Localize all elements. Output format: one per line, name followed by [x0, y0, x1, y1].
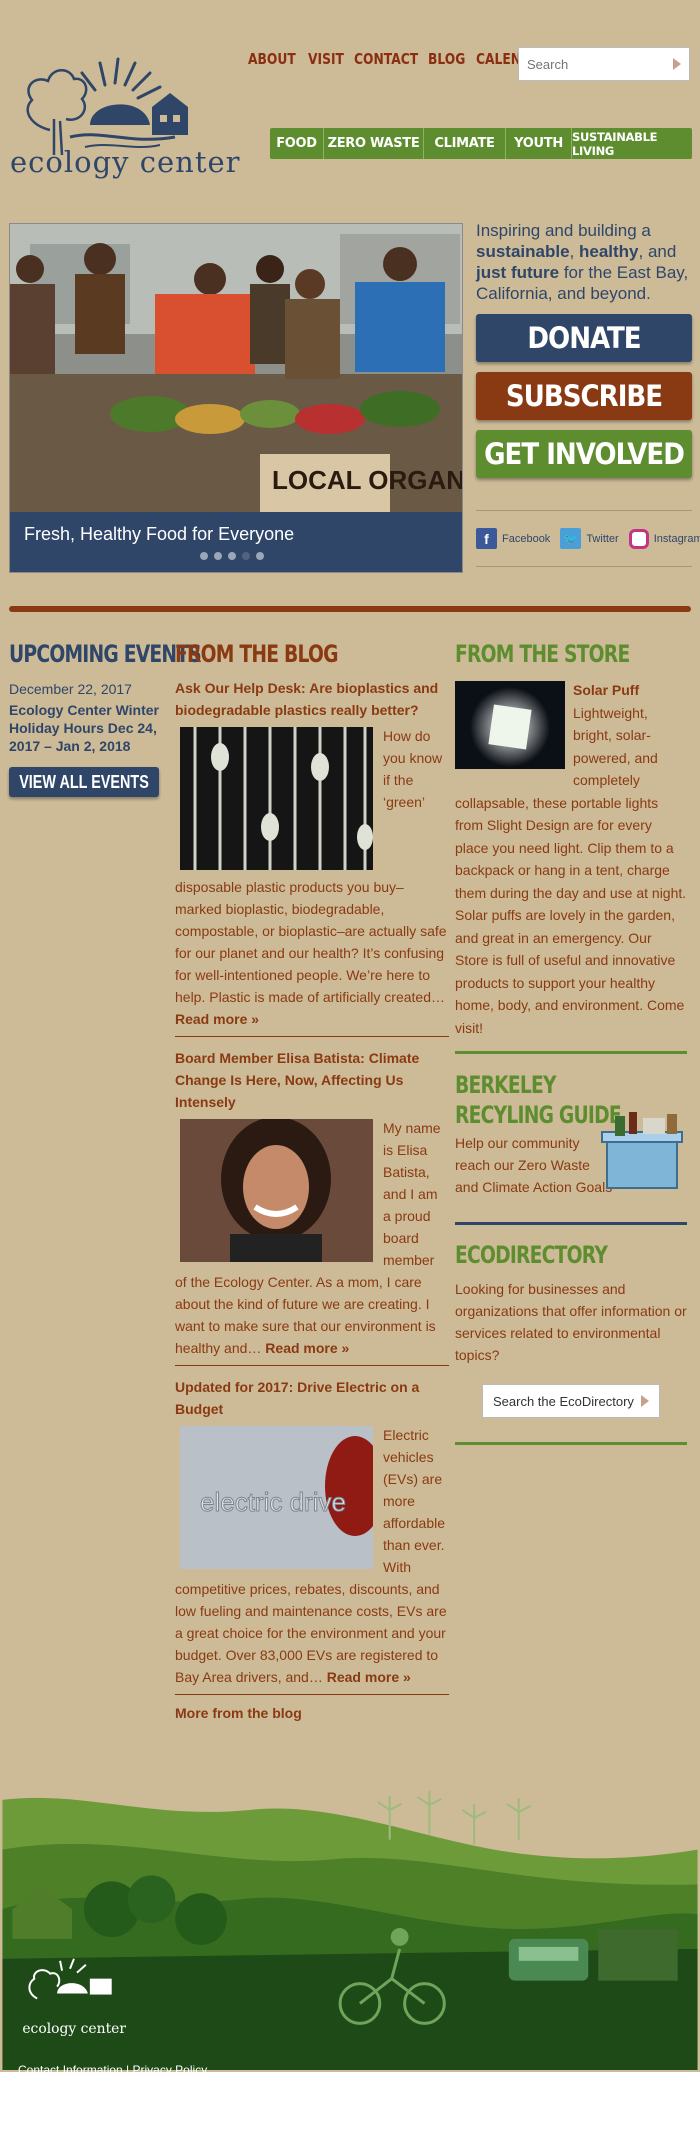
tagline-text: Inspiring and building a [476, 221, 651, 240]
hero-sign-text: LOCAL ORGANIC [272, 465, 463, 495]
footer-landscape: ecology center [2, 1790, 698, 2070]
blog-post: Updated for 2017: Drive Electric on a Bu… [175, 1376, 449, 1695]
recycling-text: Help our community reach our Zero Waste … [455, 1135, 613, 1195]
ecodirectory-button-label: Search the EcoDirectory [493, 1393, 634, 1409]
slider-dot-active[interactable] [242, 552, 250, 560]
search-ecodirectory-button[interactable]: Search the EcoDirectory [482, 1384, 660, 1418]
recycling-heading-line1: BERKELEY [455, 1071, 557, 1099]
nav-blog[interactable]: BLOG [428, 50, 465, 68]
upcoming-events: UPCOMING EVENTS December 22, 2017 Ecolog… [9, 640, 202, 797]
section-divider [9, 606, 691, 612]
tagline-bold: just future [476, 263, 560, 282]
hero-caption[interactable]: Fresh, Healthy Food for Everyone [10, 512, 462, 572]
slider-dot[interactable] [200, 552, 208, 560]
divider [476, 566, 692, 567]
post-body: My name is Elisa Batista, and I am a pro… [175, 1117, 449, 1359]
tagline-bold: sustainable [476, 242, 570, 261]
divider [455, 1222, 687, 1225]
elisa-batista-photo[interactable] [180, 1119, 373, 1262]
nav-youth[interactable]: YOUTH [506, 128, 572, 159]
store-section: FROM THE STORE Solar Puff Lightweight, b… [455, 640, 687, 1445]
nav-climate[interactable]: CLIMATE [424, 128, 506, 159]
get-involved-button[interactable]: GET INVOLVED [476, 430, 692, 478]
facebook-link[interactable]: f Facebook [476, 528, 550, 549]
blog-post: Board Member Elisa Batista: Climate Chan… [175, 1047, 449, 1366]
post-title[interactable]: Updated for 2017: Drive Electric on a Bu… [175, 1376, 449, 1420]
nav-visit[interactable]: VISIT [308, 50, 344, 68]
post-body: electric drive Electric vehicles (EVs) a… [175, 1424, 449, 1688]
recycling-guide-link[interactable]: BERKELEY RECYLING GUIDE Help our communi… [455, 1070, 687, 1218]
events-heading: UPCOMING EVENTS [9, 640, 202, 668]
post-body: How do you know if the ‘green’ disposabl… [175, 725, 449, 1030]
recycling-bin-icon [601, 1112, 683, 1189]
event-title[interactable]: Ecology Center Winter Holiday Hours Dec … [9, 701, 159, 755]
nav-contact[interactable]: CONTACT [354, 50, 418, 68]
post-title[interactable]: Board Member Elisa Batista: Climate Chan… [175, 1047, 449, 1113]
instagram-link[interactable]: Instagram [628, 528, 700, 549]
tagline-text: , [569, 242, 579, 261]
hero-image: LOCAL ORGANIC [10, 224, 463, 514]
nav-about[interactable]: ABOUT [248, 50, 296, 68]
slider-dot[interactable] [256, 552, 264, 560]
donate-button[interactable]: DONATE [476, 314, 692, 362]
blog-section: FROM THE BLOG Ask Our Help Desk: Are bio… [175, 640, 449, 1721]
event-date: December 22, 2017 [9, 681, 132, 697]
page: ecology center ABOUT VISIT CONTACT BLOG … [0, 0, 700, 2135]
instagram-label: Instagram [653, 532, 700, 545]
search-box [518, 47, 690, 81]
store-body: Solar Puff Lightweight, bright, solar-po… [455, 679, 687, 1039]
nav-food[interactable]: FOOD [270, 128, 324, 159]
hero-slider[interactable]: LOCAL ORGANIC Fresh, Healthy Food for Ev… [9, 223, 463, 573]
post-title[interactable]: Ask Our Help Desk: Are bioplastics and b… [175, 677, 449, 721]
more-from-blog-link[interactable]: More from the blog [175, 1705, 449, 1721]
slider-dot[interactable] [214, 552, 222, 560]
slider-dot[interactable] [228, 552, 236, 560]
blog-heading: FROM THE BLOG [175, 640, 338, 668]
twitter-label: Twitter [586, 532, 619, 545]
read-more-link[interactable]: Read more » [265, 1340, 349, 1356]
ecodirectory-text: Looking for businesses and organizations… [455, 1281, 687, 1363]
blog-post: Ask Our Help Desk: Are bioplastics and b… [175, 677, 449, 1037]
footer-logo-text[interactable]: ecology center [22, 2021, 126, 2037]
nav-sustainable-living[interactable]: SUSTAINABLE LIVING [572, 128, 692, 159]
logo-text[interactable]: ecology center [10, 145, 241, 179]
read-more-link[interactable]: Read more » [175, 1011, 259, 1027]
slider-dots [200, 552, 264, 560]
search-input[interactable] [519, 56, 659, 72]
page-bottom [0, 2072, 700, 2135]
ecodirectory-heading: ECODIRECTORY [455, 1241, 608, 1269]
electric-car-image[interactable]: electric drive [180, 1426, 373, 1569]
tagline-bold: healthy [579, 242, 639, 261]
hero-caption-text: Fresh, Healthy Food for Everyone [24, 524, 295, 544]
divider [455, 1442, 687, 1445]
divider [455, 1051, 687, 1054]
facebook-label: Facebook [502, 532, 551, 545]
footer-links[interactable]: Contact Information | Privacy Policy [18, 2063, 207, 2077]
facebook-icon: f [476, 528, 497, 549]
twitter-icon: 🐦 [560, 528, 582, 549]
solar-puff-image[interactable] [455, 681, 565, 769]
arrow-right-icon [641, 1395, 649, 1407]
view-all-events-button[interactable]: VIEW ALL EVENTS [9, 767, 159, 797]
divider [476, 510, 692, 511]
view-all-events-label: VIEW ALL EVENTS [19, 771, 149, 792]
store-heading: FROM THE STORE [455, 640, 630, 668]
solar-puff-link[interactable]: Solar Puff [573, 682, 639, 698]
nav-zero-waste[interactable]: ZERO WASTE [324, 128, 424, 159]
ecodirectory: ECODIRECTORY Looking for businesses and … [455, 1241, 687, 1418]
tagline: Inspiring and building a sustainable, he… [476, 220, 696, 304]
tagline-text: , and [638, 242, 677, 261]
bioplastic-cutlery-image[interactable] [180, 727, 373, 870]
read-more-link[interactable]: Read more » [327, 1669, 411, 1685]
twitter-link[interactable]: 🐦 Twitter [560, 528, 619, 549]
instagram-icon [628, 528, 649, 549]
category-nav: FOOD ZERO WASTE CLIMATE YOUTH SUSTAINABL… [270, 128, 692, 159]
electric-drive-text: electric drive [200, 1487, 346, 1517]
search-submit-arrow-icon[interactable] [673, 58, 681, 70]
subscribe-button[interactable]: SUBSCRIBE [476, 372, 692, 420]
social-links: f Facebook 🐦 Twitter Instagram [476, 528, 700, 549]
